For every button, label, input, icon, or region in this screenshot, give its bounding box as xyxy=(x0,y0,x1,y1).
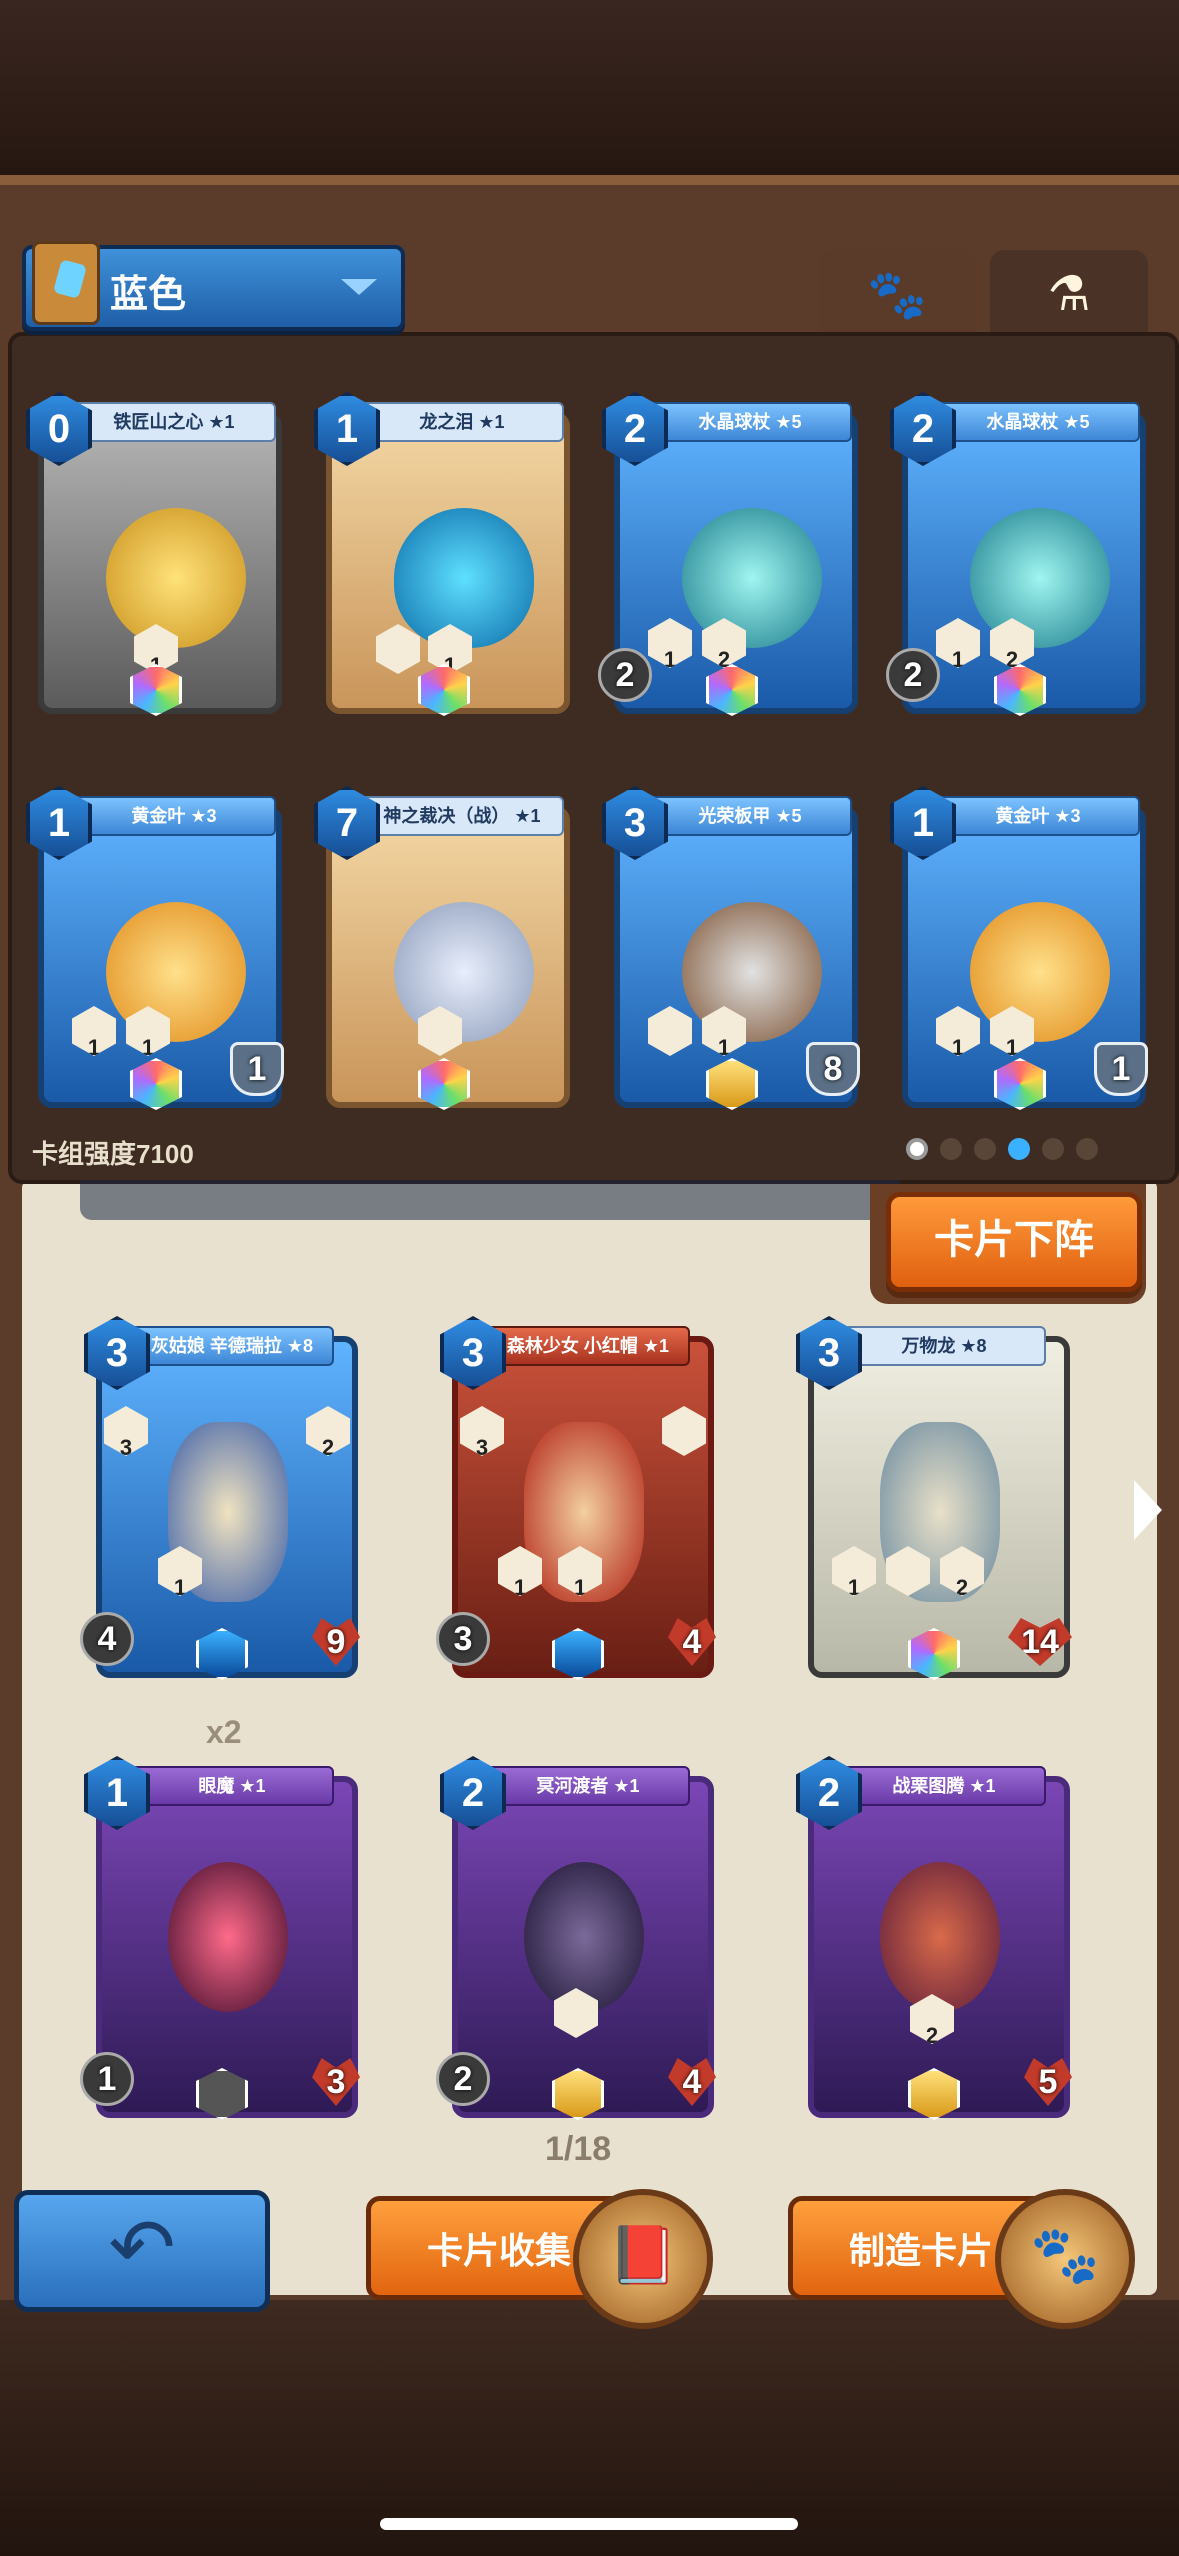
attack-stat: 1 xyxy=(80,2052,134,2106)
page-dot[interactable] xyxy=(974,1138,996,1160)
paw-icon: 🐾 xyxy=(867,268,927,322)
totem-art xyxy=(880,1862,1000,2012)
card-name: 战栗图腾 ★1 xyxy=(842,1766,1046,1806)
dragon-tear-art xyxy=(394,508,534,648)
card-book-icon: 📕 xyxy=(573,2189,713,2329)
card-name: 铁匠山之心 ★1 xyxy=(72,402,276,442)
chevron-down-icon xyxy=(341,279,377,295)
page-dot[interactable] xyxy=(1042,1138,1064,1160)
shield-stat: 1 xyxy=(230,1042,284,1096)
shield-stat: 1 xyxy=(1094,1042,1148,1096)
home-indicator xyxy=(380,2518,798,2530)
back-button[interactable]: ↶ xyxy=(14,2190,270,2312)
tab-potion[interactable]: ⚗ xyxy=(990,250,1148,338)
craft-card-button[interactable]: 制造卡片 🐾 xyxy=(788,2189,1135,2329)
shield-stat: 8 xyxy=(806,1042,860,1096)
card-name: 黄金叶 ★3 xyxy=(72,796,276,836)
card-name: 水晶球杖 ★5 xyxy=(936,402,1140,442)
deck-card[interactable]: 水晶球杖 ★5 2 1 2 2 xyxy=(598,392,860,716)
top-decoration xyxy=(0,0,1179,190)
card-name: 眼魔 ★1 xyxy=(130,1766,334,1806)
card-name: 水晶球杖 ★5 xyxy=(648,402,852,442)
collection-card[interactable]: 战栗图腾 ★1 2 2 5 xyxy=(792,1756,1072,2120)
partial-card-row xyxy=(80,1180,900,1220)
attack-stat: 2 xyxy=(436,2052,490,2106)
card-name: 光荣板甲 ★5 xyxy=(648,796,852,836)
page-dot[interactable] xyxy=(940,1138,962,1160)
page-dot[interactable] xyxy=(906,1138,928,1160)
remove-card-button[interactable]: 卡片下阵 xyxy=(886,1192,1142,1292)
page-dot[interactable] xyxy=(1008,1138,1030,1160)
card-name: 神之裁决（战） ★1 xyxy=(360,796,564,836)
potion-icon: ⚗ xyxy=(1047,268,1091,321)
tab-paw[interactable]: 🐾 xyxy=(818,250,976,338)
scales-art xyxy=(394,902,534,1042)
deck-strength: 卡组强度7100 xyxy=(32,1139,194,1169)
deck-page-dots xyxy=(906,1138,1098,1160)
deck-card[interactable]: 黄金叶 ★3 1 1 1 1 xyxy=(22,786,284,1110)
card-collection-button[interactable]: 卡片收集 📕 xyxy=(366,2189,713,2329)
card-collection-label: 卡片收集 xyxy=(427,2230,572,2271)
back-arrow-icon: ↶ xyxy=(108,2203,176,2292)
attack-stat: 2 xyxy=(598,648,652,702)
deck-card[interactable]: 水晶球杖 ★5 2 1 2 2 xyxy=(886,392,1148,716)
page-indicator: 1/18 xyxy=(545,2130,612,2168)
deck-card[interactable]: 铁匠山之心 ★1 0 1 xyxy=(22,392,284,716)
card-name: 冥河渡者 ★1 xyxy=(486,1766,690,1806)
card-name: 龙之泪 ★1 xyxy=(360,402,564,442)
attack-stat: 3 xyxy=(436,1612,490,1666)
card-name: 黄金叶 ★3 xyxy=(936,796,1140,836)
deck-card[interactable]: 光荣板甲 ★5 3 1 8 xyxy=(598,786,860,1110)
card-name: 灰姑娘 辛德瑞拉 ★8 xyxy=(130,1326,334,1366)
card-name: 森林少女 小红帽 ★1 xyxy=(486,1326,690,1366)
collection-card[interactable]: 眼魔 ★1 1 1 3 xyxy=(80,1756,360,2120)
copies-count: x2 xyxy=(206,1714,242,1750)
deck-color-label: 蓝色 xyxy=(110,274,187,316)
deck-color-select[interactable]: 蓝色 xyxy=(22,241,405,331)
attack-stat: 2 xyxy=(886,648,940,702)
crystal-staff-art xyxy=(970,508,1110,648)
collection-card[interactable]: 森林少女 小红帽 ★1 3 3 1 1 3 4 xyxy=(436,1316,716,1680)
collection-card[interactable]: 灰姑娘 辛德瑞拉 ★8 3 3 2 1 4 9 xyxy=(80,1316,360,1680)
deck-card[interactable]: 黄金叶 ★3 1 1 1 1 xyxy=(886,786,1148,1110)
card-name: 万物龙 ★8 xyxy=(842,1326,1046,1366)
page-dot[interactable] xyxy=(1076,1138,1098,1160)
collection-card[interactable]: 冥河渡者 ★1 2 2 4 xyxy=(436,1756,716,2120)
ferryman-art xyxy=(524,1862,644,2012)
collection-card[interactable]: 万物龙 ★8 3 1 2 14 xyxy=(792,1316,1072,1680)
deck-card[interactable]: 神之裁决（战） ★1 7 xyxy=(310,786,572,1110)
next-page-arrow-icon[interactable] xyxy=(1134,1480,1162,1540)
spellbook-icon xyxy=(32,241,100,325)
attack-stat: 4 xyxy=(80,1612,134,1666)
crystal-staff-art xyxy=(682,508,822,648)
deck-card[interactable]: 龙之泪 ★1 1 1 xyxy=(310,392,572,716)
eye-demon-art xyxy=(168,1862,288,2012)
paw-potion-icon: 🐾 xyxy=(995,2189,1135,2329)
medallion-art xyxy=(106,508,246,648)
craft-card-label: 制造卡片 xyxy=(849,2230,994,2271)
